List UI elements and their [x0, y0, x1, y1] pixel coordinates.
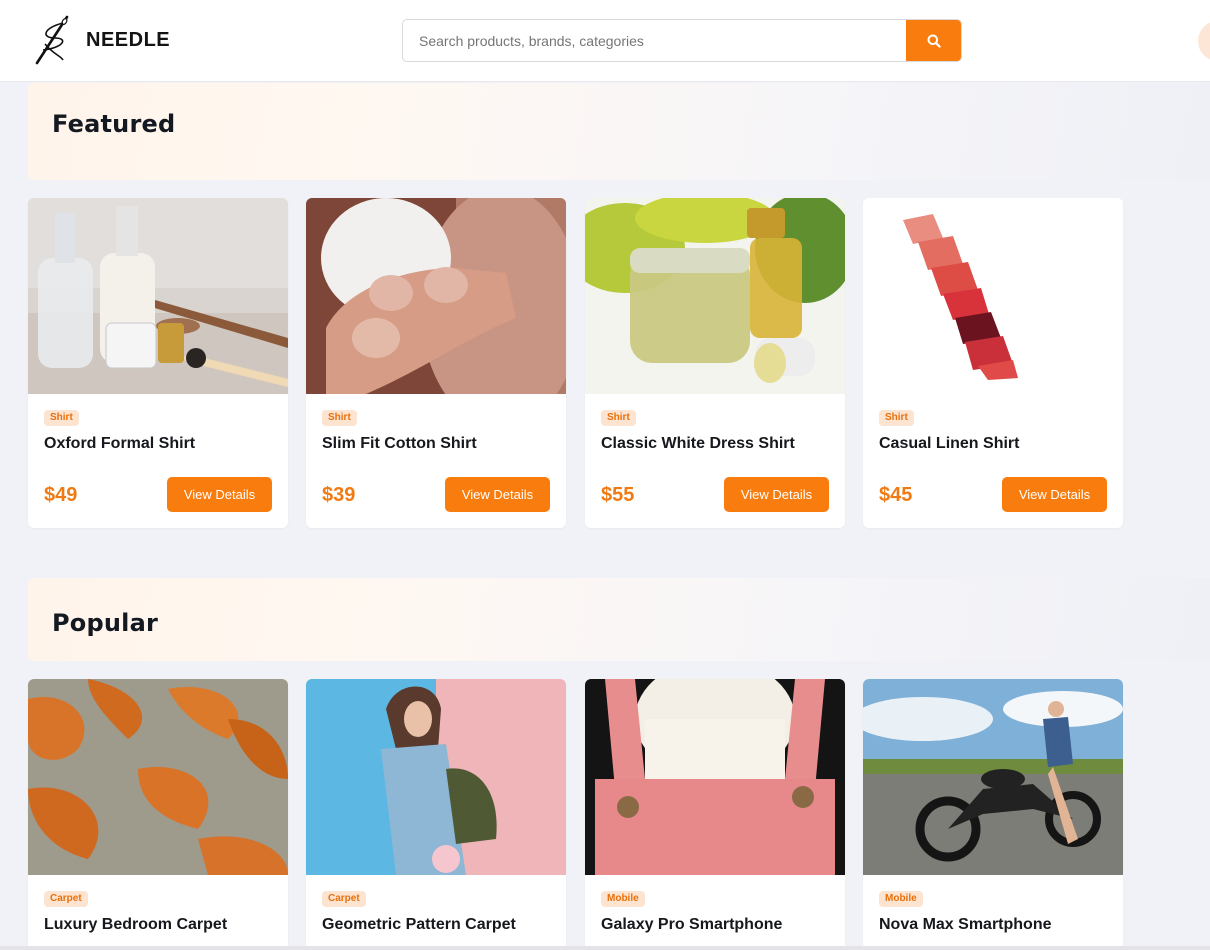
needle-logo-icon[interactable] [33, 14, 73, 66]
product-title[interactable]: Classic White Dress Shirt [601, 435, 795, 453]
product-title[interactable]: Galaxy Pro Smartphone [601, 916, 782, 934]
product-image[interactable] [585, 679, 845, 875]
category-badge: Carpet [44, 891, 88, 907]
view-details-button[interactable]: View Details [445, 477, 550, 512]
product-price: $49 [44, 484, 78, 506]
product-price: $39 [322, 484, 356, 506]
view-details-button[interactable]: View Details [1002, 477, 1107, 512]
product-card[interactable]: Shirt Slim Fit Cotton Shirt $39 View Det… [306, 198, 566, 528]
view-details-button[interactable]: View Details [724, 477, 829, 512]
category-badge: Shirt [322, 410, 357, 426]
product-card[interactable]: Shirt Oxford Formal Shirt $49 View Detai… [28, 198, 288, 528]
category-badge: Shirt [601, 410, 636, 426]
product-title[interactable]: Oxford Formal Shirt [44, 435, 195, 453]
category-badge: Mobile [879, 891, 923, 907]
brand-name[interactable]: NEEDLE [86, 29, 170, 52]
category-badge: Shirt [44, 410, 79, 426]
product-image[interactable] [28, 679, 288, 875]
product-title[interactable]: Casual Linen Shirt [879, 435, 1019, 453]
search-icon [927, 34, 941, 48]
product-card[interactable]: Carpet Luxury Bedroom Carpet [28, 679, 288, 950]
product-image[interactable] [306, 679, 566, 875]
product-title[interactable]: Slim Fit Cotton Shirt [322, 435, 477, 453]
section-title: Featured [52, 110, 176, 138]
view-details-button[interactable]: View Details [167, 477, 272, 512]
product-title[interactable]: Luxury Bedroom Carpet [44, 916, 227, 934]
popular-section-header: Popular [28, 578, 1210, 661]
product-card[interactable]: Shirt Classic White Dress Shirt $55 View… [585, 198, 845, 528]
product-image[interactable] [306, 198, 566, 394]
product-title[interactable]: Nova Max Smartphone [879, 916, 1051, 934]
horizontal-scrollbar[interactable] [0, 946, 1210, 950]
top-header: NEEDLE [0, 0, 1210, 82]
search-input[interactable] [403, 20, 907, 61]
search-bar [402, 19, 962, 62]
product-price: $55 [601, 484, 635, 506]
product-card[interactable]: Mobile Galaxy Pro Smartphone [585, 679, 845, 950]
category-badge: Shirt [879, 410, 914, 426]
category-badge: Carpet [322, 891, 366, 907]
product-image[interactable] [863, 679, 1123, 875]
user-avatar[interactable] [1198, 21, 1210, 61]
product-image[interactable] [28, 198, 288, 394]
section-title: Popular [52, 609, 159, 637]
product-price: $45 [879, 484, 913, 506]
category-badge: Mobile [601, 891, 645, 907]
product-image[interactable] [585, 198, 845, 394]
featured-section-header: Featured [28, 83, 1210, 180]
product-card[interactable]: Shirt Casual Linen Shirt $45 View Detail… [863, 198, 1123, 528]
product-title[interactable]: Geometric Pattern Carpet [322, 916, 516, 934]
search-button[interactable] [906, 20, 961, 61]
product-image[interactable] [863, 198, 1123, 394]
product-card[interactable]: Mobile Nova Max Smartphone [863, 679, 1123, 950]
product-card[interactable]: Carpet Geometric Pattern Carpet [306, 679, 566, 950]
